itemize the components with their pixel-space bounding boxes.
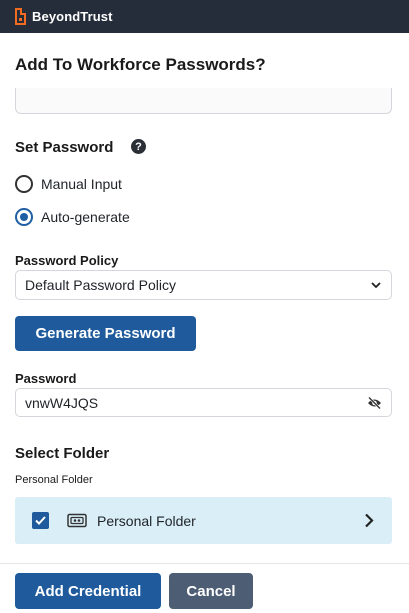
password-label: Password xyxy=(15,371,77,386)
add-credential-button[interactable]: Add Credential xyxy=(15,573,161,609)
description-textarea[interactable] xyxy=(15,88,392,114)
help-icon[interactable]: ? xyxy=(131,139,146,154)
dialog-title: Add To Workforce Passwords? xyxy=(15,55,266,74)
radio-manual-input[interactable]: Manual Input xyxy=(15,174,122,194)
select-folder-title: Select Folder xyxy=(15,445,110,462)
checkmark-icon xyxy=(35,516,46,525)
eye-slash-icon[interactable] xyxy=(367,396,382,410)
radio-label: Manual Input xyxy=(41,176,122,192)
top-bar: BeyondTrust xyxy=(0,0,409,33)
beyondtrust-logo-icon xyxy=(14,7,27,26)
radio-auto-generate[interactable]: Auto-generate xyxy=(15,207,130,227)
folder-item-personal[interactable]: Personal Folder xyxy=(15,497,392,544)
radio-button-checked[interactable] xyxy=(15,208,33,226)
password-policy-label: Password Policy xyxy=(15,253,119,268)
chevron-right-icon[interactable] xyxy=(364,513,374,528)
dialog-content: Add To Workforce Passwords? Set Password… xyxy=(0,33,409,563)
password-policy-select[interactable]: Default Password Policy xyxy=(15,270,392,300)
chevron-down-icon xyxy=(371,282,381,289)
vault-icon xyxy=(67,513,87,528)
password-value: vnwW4JQS xyxy=(25,394,99,411)
radio-label: Auto-generate xyxy=(41,209,130,225)
radio-button[interactable] xyxy=(15,175,33,193)
dialog-footer: Add Credential Cancel xyxy=(0,563,409,613)
checkbox-checked[interactable] xyxy=(32,512,49,529)
cancel-button[interactable]: Cancel xyxy=(169,573,253,609)
set-password-title: Set Password xyxy=(15,139,114,156)
password-policy-value: Default Password Policy xyxy=(25,277,176,293)
generate-password-button[interactable]: Generate Password xyxy=(15,316,196,351)
folder-sublabel: Personal Folder xyxy=(15,474,93,486)
password-field[interactable]: vnwW4JQS xyxy=(15,388,392,417)
brand-name: BeyondTrust xyxy=(32,9,113,24)
folder-item-label: Personal Folder xyxy=(97,513,196,529)
